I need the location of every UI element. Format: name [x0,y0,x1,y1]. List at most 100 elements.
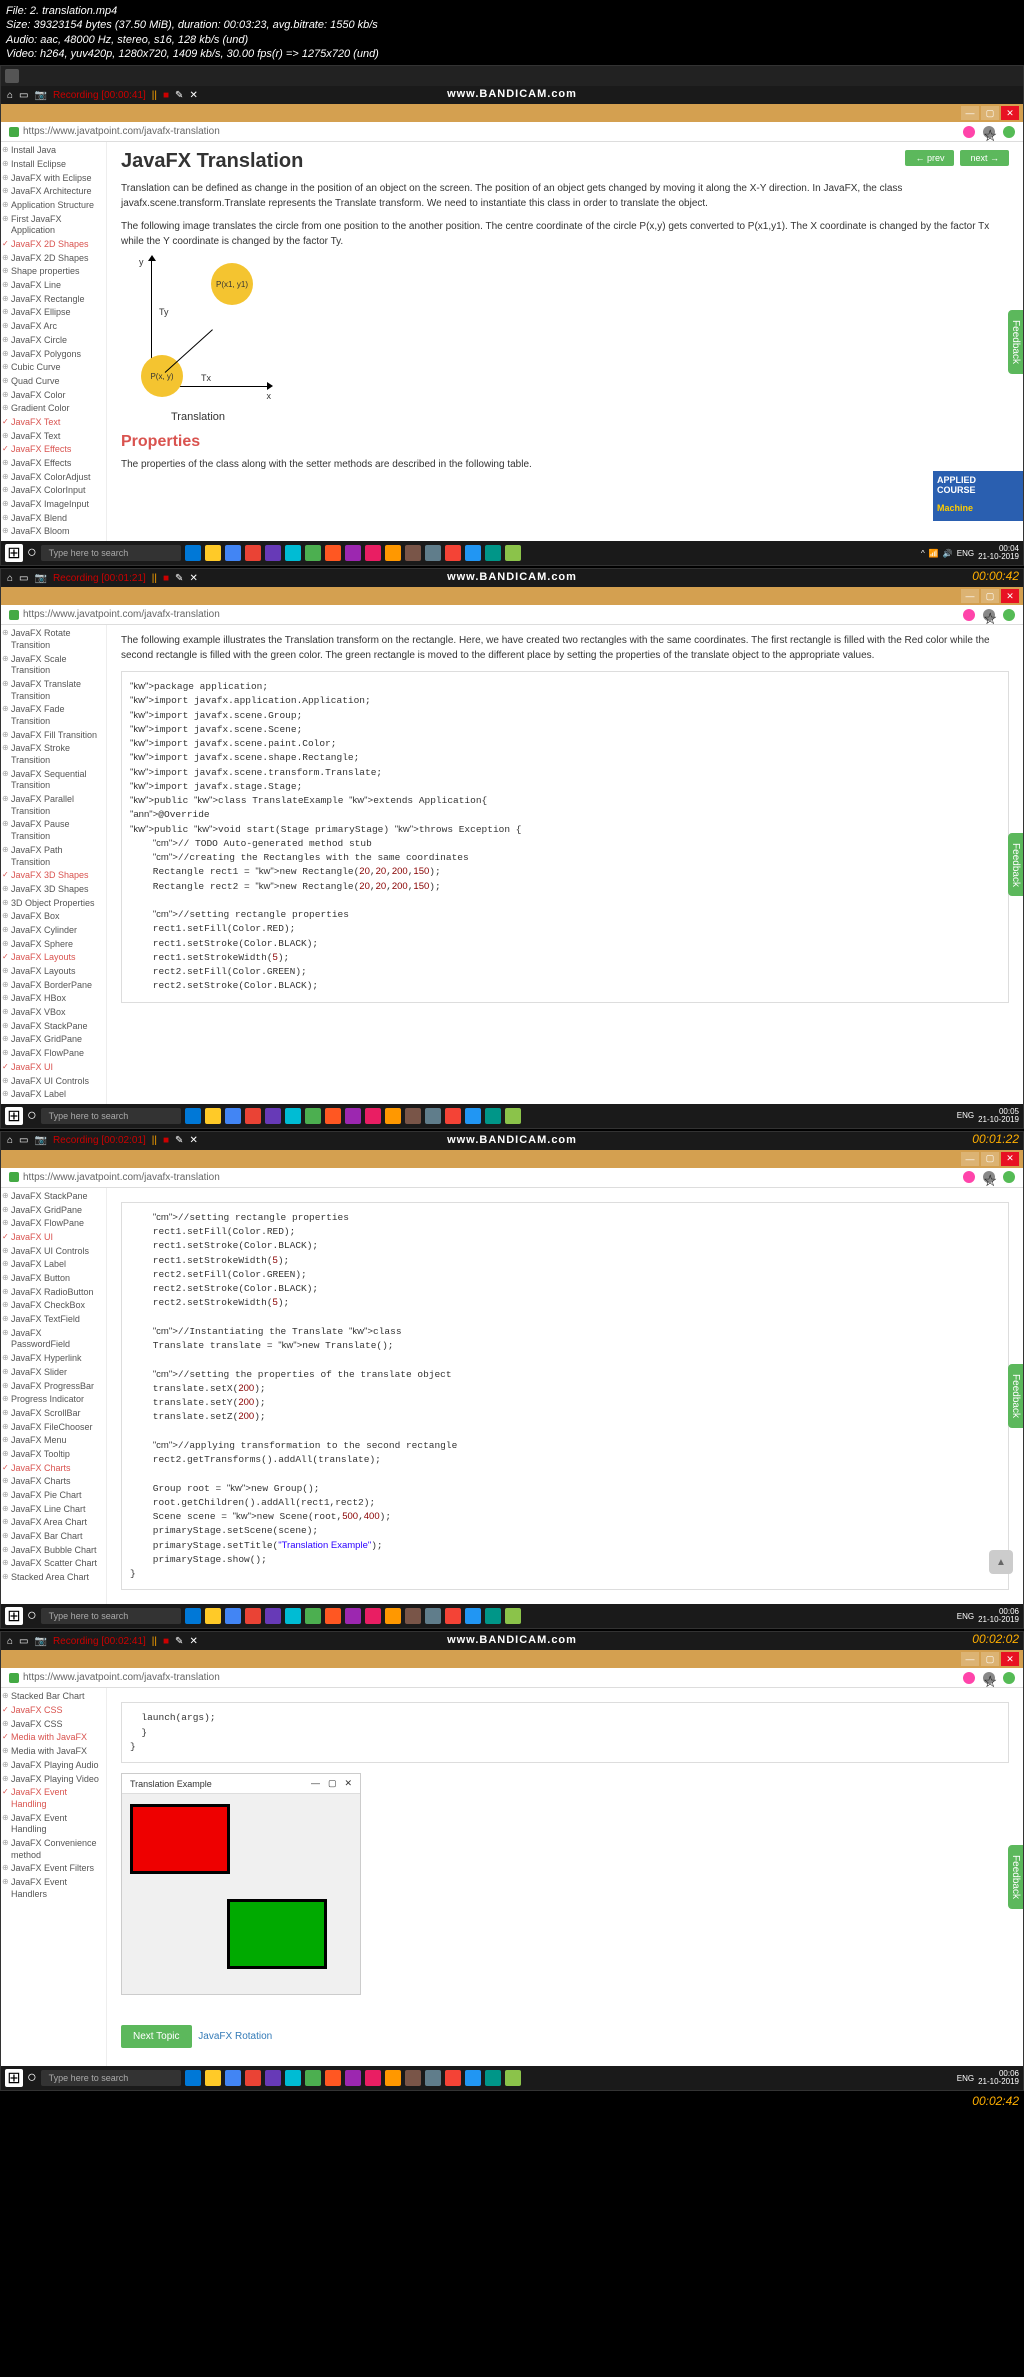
edit-icon[interactable]: ✎ [175,90,183,101]
taskbar-search[interactable]: Type here to search [41,545,181,561]
taskbar-app-icon[interactable] [285,545,301,561]
url-input[interactable] [23,1672,963,1683]
stop-icon[interactable]: ■ [163,1636,169,1647]
tray-wifi-icon[interactable]: 📶 [929,549,939,558]
sidebar-item[interactable]: JavaFX Architecture [1,185,106,199]
cortana-icon[interactable]: ○ [27,544,37,562]
taskbar-app-icon[interactable] [305,1608,321,1624]
taskbar-app-icon[interactable] [505,1608,521,1624]
sidebar-item[interactable]: 3D Object Properties [1,897,106,911]
close-button[interactable]: ✕ [1001,589,1019,603]
sidebar-item[interactable]: JavaFX Ellipse [1,306,106,320]
edit-icon[interactable]: ✎ [175,1636,183,1647]
sidebar-item[interactable]: JavaFX Color [1,389,106,403]
sidebar-item[interactable]: JavaFX Stroke Transition [1,742,106,767]
profile-icon[interactable] [1003,609,1015,621]
start-button[interactable]: ⊞ [5,1107,23,1125]
sidebar-item[interactable]: JavaFX Bar Chart [1,1530,106,1544]
taskbar-app-icon[interactable] [465,1108,481,1124]
sidebar-item[interactable]: JavaFX Line [1,279,106,293]
taskbar-app-icon[interactable] [365,545,381,561]
taskbar-app-icon[interactable] [185,2070,201,2086]
sidebar-item[interactable]: JavaFX Playing Video [1,1773,106,1787]
sidebar-item[interactable]: Install Java [1,144,106,158]
sidebar-item[interactable]: Cubic Curve [1,361,106,375]
sidebar-item[interactable]: JavaFX Hyperlink [1,1352,106,1366]
taskbar-app-icon[interactable] [265,1608,281,1624]
taskbar-app-icon[interactable] [325,545,341,561]
taskbar-app-icon[interactable] [245,1608,261,1624]
sidebar-item[interactable]: JavaFX Pie Chart [1,1489,106,1503]
sidebar-item[interactable]: First JavaFX Application [1,213,106,238]
sidebar-item[interactable]: JavaFX Label [1,1088,106,1102]
taskbar-app-icon[interactable] [305,1108,321,1124]
sidebar-item[interactable]: JavaFX 2D Shapes [1,252,106,266]
sidebar-item[interactable]: Install Eclipse [1,158,106,172]
sidebar-item[interactable]: Stacked Bar Chart [1,1690,106,1704]
taskbar-app-icon[interactable] [285,1108,301,1124]
sidebar-item[interactable]: JavaFX FlowPane [1,1047,106,1061]
star-icon[interactable]: ☆ [983,609,995,621]
taskbar-app-icon[interactable] [445,545,461,561]
sidebar-item[interactable]: JavaFX Cylinder [1,924,106,938]
close-button[interactable]: ✕ [1001,106,1019,120]
sidebar-item[interactable]: JavaFX Text [1,430,106,444]
close-button[interactable]: ✕ [1001,1652,1019,1666]
win-minimize-icon[interactable]: — [311,1778,320,1789]
taskbar-search[interactable]: Type here to search [41,1608,181,1624]
sidebar-item[interactable]: JavaFX Layouts [1,951,106,965]
taskbar-app-icon[interactable] [385,2070,401,2086]
taskbar-app-icon[interactable] [505,1108,521,1124]
taskbar-app-icon[interactable] [225,545,241,561]
tray-lang[interactable]: ENG [957,549,974,558]
star-icon[interactable]: ☆ [983,1672,995,1684]
cortana-icon[interactable]: ○ [27,1107,37,1125]
pause-icon[interactable]: || [152,573,157,584]
sidebar-item[interactable]: JavaFX Event Handling [1,1812,106,1837]
sidebar-item[interactable]: JavaFX RadioButton [1,1286,106,1300]
minimize-button[interactable]: — [961,589,979,603]
win-maximize-icon[interactable]: ▢ [328,1778,337,1789]
taskbar-app-icon[interactable] [205,1108,221,1124]
taskbar-app-icon[interactable] [485,545,501,561]
sidebar-item[interactable]: JavaFX ProgressBar [1,1380,106,1394]
taskbar-app-icon[interactable] [205,2070,221,2086]
sidebar-item[interactable]: JavaFX Button [1,1272,106,1286]
taskbar-app-icon[interactable] [265,545,281,561]
sidebar-item[interactable]: JavaFX Convenience method [1,1837,106,1862]
sidebar-item[interactable]: JavaFX StackPane [1,1020,106,1034]
sidebar-item[interactable]: JavaFX Tooltip [1,1448,106,1462]
minimize-button[interactable]: — [961,106,979,120]
profile-icon[interactable] [1003,126,1015,138]
sidebar-item[interactable]: JavaFX Menu [1,1434,106,1448]
cortana-icon[interactable]: ○ [27,2069,37,2087]
next-topic-button[interactable]: Next Topic [121,2025,192,2048]
ext-icon-1[interactable] [963,609,975,621]
taskbar-app-icon[interactable] [325,1608,341,1624]
sidebar-item[interactable]: JavaFX Event Handlers [1,1876,106,1901]
rect-icon[interactable]: ▭ [19,573,28,584]
profile-icon[interactable] [1003,1171,1015,1183]
sidebar-item[interactable]: Media with JavaFX [1,1745,106,1759]
sidebar-item[interactable]: Shape properties [1,265,106,279]
sidebar-item[interactable]: Quad Curve [1,375,106,389]
sidebar-item[interactable]: JavaFX HBox [1,992,106,1006]
profile-icon[interactable] [1003,1672,1015,1684]
sidebar-item[interactable]: JavaFX Playing Audio [1,1759,106,1773]
sidebar-item[interactable]: JavaFX Line Chart [1,1503,106,1517]
camera-icon[interactable]: 📷 [35,573,47,584]
sidebar-item[interactable]: JavaFX Rotate Transition [1,627,106,652]
sidebar-item[interactable]: JavaFX GridPane [1,1033,106,1047]
taskbar-app-icon[interactable] [485,2070,501,2086]
taskbar-app-icon[interactable] [405,1108,421,1124]
rect-icon[interactable]: ▭ [19,1135,28,1146]
sidebar-item[interactable]: JavaFX Slider [1,1366,106,1380]
taskbar-app-icon[interactable] [485,1108,501,1124]
tray-up-icon[interactable]: ^ [921,549,925,558]
home-icon[interactable]: ⌂ [7,573,13,584]
star-icon[interactable]: ☆ [983,126,995,138]
tray-lang[interactable]: ENG [957,1111,974,1120]
sidebar-item[interactable]: JavaFX FileChooser [1,1421,106,1435]
minimize-button[interactable]: — [961,1152,979,1166]
sidebar-item[interactable]: JavaFX UI Controls [1,1245,106,1259]
